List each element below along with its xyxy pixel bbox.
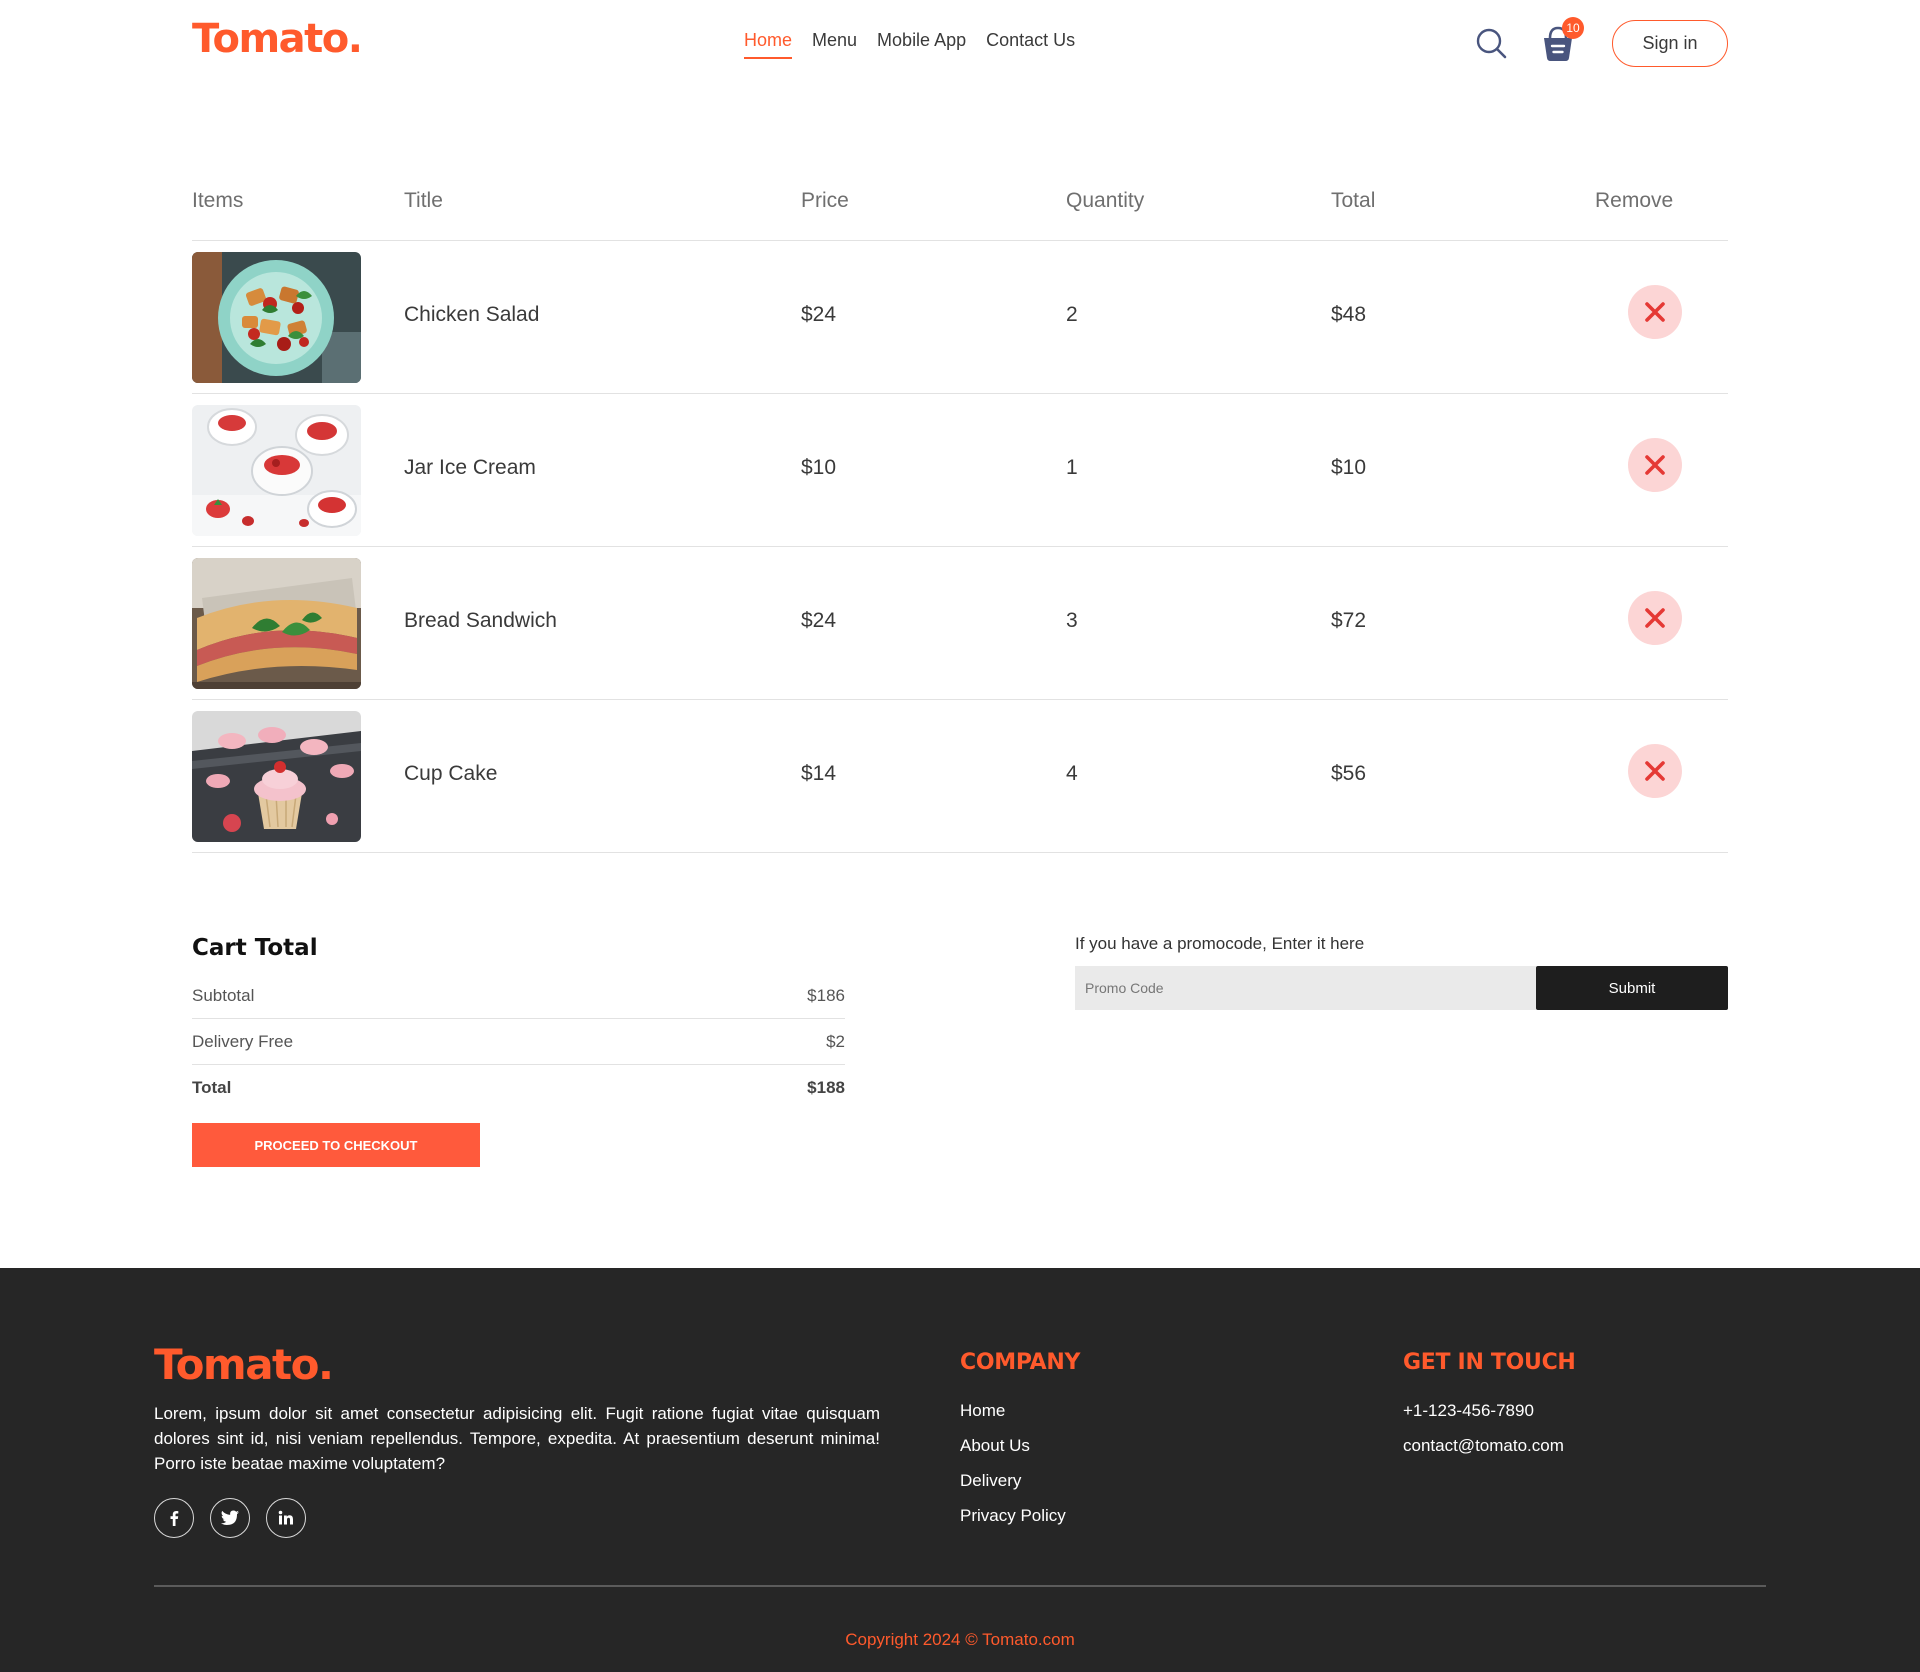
- social-links: [154, 1498, 306, 1538]
- item-quantity: 3: [1066, 609, 1078, 632]
- search-icon[interactable]: [1474, 26, 1508, 60]
- close-icon: [1645, 455, 1665, 475]
- footer-company-column: COMPANY Home About Us Delivery Privacy P…: [960, 1350, 1080, 1533]
- item-price: $24: [801, 609, 837, 632]
- cart-table-header: Items Title Price Quantity Total Remove: [192, 180, 1728, 241]
- facebook-icon[interactable]: [154, 1498, 194, 1538]
- item-quantity: 1: [1066, 456, 1078, 479]
- delivery-fee-row: Delivery Free $2: [192, 1019, 845, 1065]
- item-title: Jar Ice Cream: [404, 456, 536, 479]
- footer-link-about-us[interactable]: About Us: [960, 1428, 1080, 1463]
- total-label: Total: [192, 1078, 232, 1097]
- footer-description: Lorem, ipsum dolor sit amet consectetur …: [154, 1404, 880, 1473]
- cart-total-panel: Cart Total Subtotal $186 Delivery Free $…: [192, 935, 845, 1167]
- close-icon: [1645, 608, 1665, 628]
- header-price: Price: [801, 189, 849, 212]
- item-quantity: 2: [1066, 303, 1078, 326]
- cart-row: Jar Ice Cream $10 1 $10: [192, 394, 1728, 547]
- promo-code-panel: If you have a promocode, Enter it here S…: [1075, 934, 1728, 1010]
- footer-contact-column: GET IN TOUCH +1-123-456-7890 contact@tom…: [1403, 1350, 1576, 1463]
- basket-button[interactable]: 10: [1540, 17, 1584, 62]
- item-title: Chicken Salad: [404, 303, 540, 326]
- item-title: Bread Sandwich: [404, 609, 557, 632]
- promo-submit-button[interactable]: Submit: [1536, 966, 1728, 1010]
- cup-cake-photo: [192, 711, 361, 842]
- subtotal-label: Subtotal: [192, 985, 255, 1005]
- chicken-salad-photo: [192, 252, 361, 383]
- item-total: $56: [1331, 762, 1367, 785]
- nav-menu: Home Menu Mobile App Contact Us: [744, 30, 1075, 59]
- footer-link-home[interactable]: Home: [960, 1393, 1080, 1428]
- subtotal-value: $186: [807, 985, 845, 1005]
- cart-row: Cup Cake $14 4 $56: [192, 700, 1728, 853]
- nav-item-contact-us[interactable]: Contact Us: [986, 30, 1075, 59]
- total-row: Total $188: [192, 1065, 845, 1111]
- cart-row: Chicken Salad $24 2 $48: [192, 241, 1728, 394]
- nav-item-menu[interactable]: Menu: [812, 30, 857, 59]
- remove-item-button[interactable]: [1628, 438, 1682, 492]
- footer-contact-heading: GET IN TOUCH: [1403, 1350, 1576, 1375]
- promo-input-group: Submit: [1075, 966, 1728, 1010]
- footer-link-privacy-policy[interactable]: Privacy Policy: [960, 1498, 1080, 1533]
- item-quantity: 4: [1066, 762, 1078, 785]
- footer-copyright: Copyright 2024 © Tomato.com: [845, 1630, 1075, 1649]
- footer-phone: +1-123-456-7890: [1403, 1401, 1534, 1420]
- header-total: Total: [1331, 189, 1376, 212]
- remove-item-button[interactable]: [1628, 285, 1682, 339]
- item-title: Cup Cake: [404, 762, 498, 785]
- navbar: Tomato. Home Menu Mobile App Contact Us …: [0, 0, 1920, 90]
- twitter-icon[interactable]: [210, 1498, 250, 1538]
- jar-ice-cream-photo: [192, 405, 361, 536]
- item-total: $10: [1331, 456, 1367, 479]
- footer-company-heading: COMPANY: [960, 1350, 1081, 1375]
- total-value: $188: [807, 1078, 845, 1097]
- sign-in-button[interactable]: Sign in: [1612, 20, 1728, 67]
- header-title: Title: [404, 189, 443, 212]
- item-total: $72: [1331, 609, 1367, 632]
- item-price: $24: [801, 303, 837, 326]
- close-icon: [1645, 761, 1665, 781]
- footer-divider: [154, 1585, 1766, 1587]
- item-price: $14: [801, 762, 837, 785]
- remove-item-button[interactable]: [1628, 591, 1682, 645]
- header-remove: Remove: [1595, 189, 1674, 212]
- header-items: Items: [192, 189, 244, 212]
- close-icon: [1645, 302, 1665, 322]
- subtotal-row: Subtotal $186: [192, 973, 845, 1019]
- cart-row: Bread Sandwich $24 3 $72: [192, 547, 1728, 700]
- proceed-to-checkout-button[interactable]: PROCEED TO CHECKOUT: [192, 1123, 480, 1167]
- footer-email: contact@tomato.com: [1403, 1436, 1564, 1455]
- promo-prompt: If you have a promocode, Enter it here: [1075, 934, 1365, 953]
- footer-link-delivery[interactable]: Delivery: [960, 1463, 1080, 1498]
- logo[interactable]: Tomato.: [192, 16, 363, 62]
- header-quantity: Quantity: [1066, 189, 1145, 212]
- delivery-fee-value: $2: [826, 1031, 845, 1051]
- nav-item-mobile-app[interactable]: Mobile App: [877, 30, 966, 59]
- cart-total-heading: Cart Total: [192, 935, 318, 961]
- promo-code-input[interactable]: [1075, 966, 1536, 1010]
- item-price: $10: [801, 456, 837, 479]
- bread-sandwich-photo: [192, 558, 361, 689]
- footer: Tomato. Lorem, ipsum dolor sit amet cons…: [0, 1268, 1920, 1672]
- footer-logo: Tomato.: [154, 1340, 334, 1389]
- remove-item-button[interactable]: [1628, 744, 1682, 798]
- delivery-fee-label: Delivery Free: [192, 1031, 294, 1051]
- item-total: $48: [1331, 303, 1367, 326]
- basket-count-badge: 10: [1562, 17, 1584, 39]
- cart-items-table: Items Title Price Quantity Total Remove: [192, 180, 1728, 853]
- nav-item-home[interactable]: Home: [744, 30, 793, 59]
- linkedin-icon[interactable]: [266, 1498, 306, 1538]
